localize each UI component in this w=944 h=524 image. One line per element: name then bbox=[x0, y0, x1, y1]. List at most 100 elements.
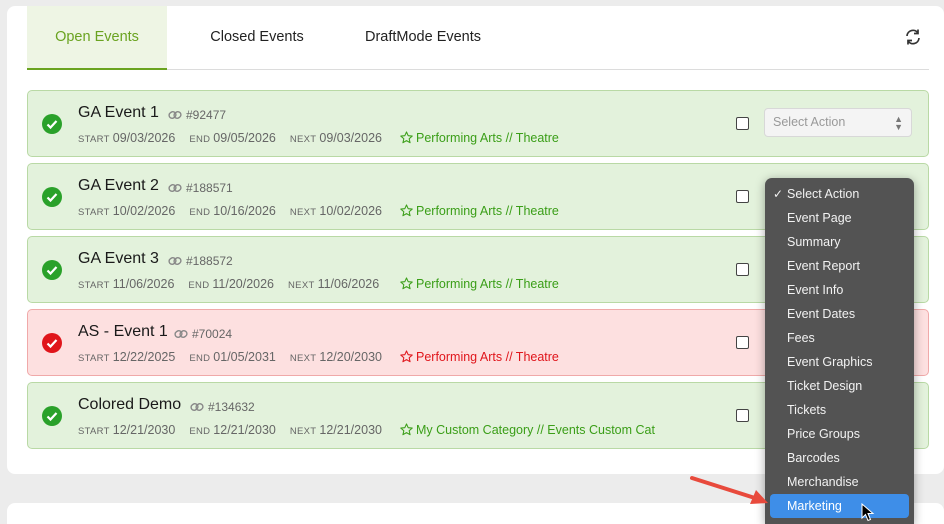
star-icon bbox=[400, 131, 413, 147]
dropdown-option-label: Marketing bbox=[787, 499, 842, 513]
next-label: NEXT bbox=[288, 280, 315, 291]
dropdown-option[interactable]: ✓ Select Action bbox=[765, 182, 914, 206]
dropdown-option[interactable]: Event Dates bbox=[765, 302, 914, 326]
event-title[interactable]: Colored Demo bbox=[78, 396, 181, 414]
tab-open-events[interactable]: Open Events bbox=[27, 6, 167, 70]
star-icon bbox=[400, 277, 413, 293]
event-dates: START 10/02/2026 END 10/16/2026 NEXT 10/02/20… bbox=[78, 204, 396, 218]
status-check-icon bbox=[42, 187, 62, 207]
event-dates: START 12/22/2025 END 01/05/2031 NEXT 12/20/20… bbox=[78, 350, 396, 364]
event-category-text: My Custom Category // Events Custom Cat bbox=[416, 423, 655, 437]
event-id[interactable]: #188572 bbox=[168, 254, 233, 270]
event-dates: START 11/06/2026 END 11/20/2026 NEXT 11/06/20… bbox=[78, 277, 393, 291]
dropdown-option[interactable]: Event Page bbox=[765, 206, 914, 230]
link-icon bbox=[190, 401, 204, 416]
next-label: NEXT bbox=[289, 426, 317, 437]
event-select-checkbox[interactable] bbox=[736, 263, 749, 276]
event-title[interactable]: GA Event 3 bbox=[78, 250, 159, 268]
next-date: 11/06/2026 bbox=[317, 277, 380, 291]
dropdown-option[interactable]: Event Graphics bbox=[765, 350, 914, 374]
event-category[interactable]: Performing Arts // Theatre bbox=[400, 131, 559, 147]
dropdown-option[interactable]: Marketing bbox=[770, 494, 909, 518]
event-dates: START 09/03/2026 END 09/05/2026 NEXT 09/03/20… bbox=[78, 131, 396, 145]
start-label: START bbox=[78, 134, 110, 145]
end-label: END bbox=[189, 353, 211, 364]
refresh-icon[interactable] bbox=[903, 27, 923, 47]
select-arrows-icon: ▲ ▼ bbox=[894, 114, 903, 132]
dropdown-option-label: Event Page bbox=[787, 211, 852, 225]
event-id-text: #92477 bbox=[186, 108, 227, 122]
dropdown-option[interactable]: Event Info bbox=[765, 278, 914, 302]
event-id-text: #188571 bbox=[186, 181, 233, 195]
end-label: END bbox=[189, 134, 211, 145]
event-id-text: #134632 bbox=[208, 400, 255, 414]
event-id[interactable]: #134632 bbox=[190, 400, 255, 416]
status-check-icon bbox=[42, 406, 62, 426]
dropdown-option-label: Price Groups bbox=[787, 427, 860, 441]
dropdown-option-label: Tickets bbox=[787, 403, 827, 417]
link-icon bbox=[168, 109, 182, 124]
event-category[interactable]: Performing Arts // Theatre bbox=[400, 277, 559, 293]
next-date: 12/21/2030 bbox=[319, 423, 382, 437]
action-dropdown-menu[interactable]: ✓ Select Action Event Page Summary Event Rep… bbox=[765, 178, 914, 524]
dropdown-option-label: Barcodes bbox=[787, 451, 840, 465]
end-label: END bbox=[189, 426, 211, 437]
dropdown-option-label: Event Info bbox=[787, 283, 844, 297]
event-select-checkbox[interactable] bbox=[736, 336, 749, 349]
start-date: 09/03/2026 bbox=[112, 131, 176, 145]
next-label: NEXT bbox=[289, 134, 317, 145]
dropdown-option[interactable]: Ticket Design bbox=[765, 374, 914, 398]
event-title[interactable]: GA Event 1 bbox=[78, 104, 159, 122]
start-date: 11/06/2026 bbox=[112, 277, 175, 291]
event-category-text: Performing Arts // Theatre bbox=[416, 350, 559, 364]
tab-draftmode-events[interactable]: DraftMode Events bbox=[347, 6, 499, 69]
star-icon bbox=[400, 204, 413, 220]
dropdown-option-label: Select Action bbox=[787, 187, 860, 201]
event-category[interactable]: Performing Arts // Theatre bbox=[400, 350, 559, 366]
star-icon bbox=[400, 350, 413, 366]
next-date: 12/20/2030 bbox=[319, 350, 382, 364]
event-select-checkbox[interactable] bbox=[736, 409, 749, 422]
start-label: START bbox=[78, 207, 110, 218]
tab-closed-events[interactable]: Closed Events bbox=[187, 6, 327, 69]
dropdown-option-label: Ticket Design bbox=[787, 379, 863, 393]
event-id[interactable]: #188571 bbox=[168, 181, 233, 197]
event-title[interactable]: AS - Event 1 bbox=[78, 323, 168, 341]
start-date: 12/22/2025 bbox=[112, 350, 176, 364]
dropdown-option[interactable]: Event Report bbox=[765, 254, 914, 278]
dropdown-option-label: Fees bbox=[787, 331, 815, 345]
next-label: NEXT bbox=[289, 353, 317, 364]
event-category[interactable]: Performing Arts // Theatre bbox=[400, 204, 559, 220]
status-check-icon bbox=[42, 260, 62, 280]
end-label: END bbox=[189, 207, 211, 218]
star-icon bbox=[400, 423, 413, 439]
event-id-text: #70024 bbox=[192, 327, 233, 341]
start-label: START bbox=[78, 280, 110, 291]
end-label: END bbox=[188, 280, 210, 291]
select-action-dropdown[interactable]: Select Action ▲ ▼ bbox=[764, 108, 912, 137]
next-label: NEXT bbox=[289, 207, 317, 218]
dropdown-option[interactable]: Merchandise bbox=[765, 470, 914, 494]
event-select-checkbox[interactable] bbox=[736, 117, 749, 130]
annotation-arrow-icon bbox=[690, 476, 768, 504]
event-category[interactable]: My Custom Category // Events Custom Cat bbox=[400, 423, 655, 439]
dropdown-option[interactable]: Price Groups bbox=[765, 422, 914, 446]
checkmark-icon: ✓ bbox=[773, 187, 784, 201]
event-id[interactable]: #92477 bbox=[168, 108, 226, 124]
start-label: START bbox=[78, 353, 110, 364]
event-title[interactable]: GA Event 2 bbox=[78, 177, 159, 195]
event-id[interactable]: #70024 bbox=[174, 327, 232, 343]
mouse-pointer-icon bbox=[861, 503, 875, 522]
dropdown-option[interactable]: Barcodes bbox=[765, 446, 914, 470]
dropdown-option[interactable]: Summary bbox=[765, 230, 914, 254]
event-category-text: Performing Arts // Theatre bbox=[416, 204, 559, 218]
status-check-icon bbox=[42, 333, 62, 353]
link-icon bbox=[168, 255, 182, 270]
dropdown-option[interactable]: Fees bbox=[765, 326, 914, 350]
event-select-checkbox[interactable] bbox=[736, 190, 749, 203]
dropdown-option[interactable]: Tickets bbox=[765, 398, 914, 422]
event-tabs: Open Events Closed Events DraftMode Even… bbox=[27, 6, 929, 70]
link-icon bbox=[168, 182, 182, 197]
end-date: 01/05/2031 bbox=[213, 350, 276, 364]
start-date: 12/21/2030 bbox=[112, 423, 176, 437]
